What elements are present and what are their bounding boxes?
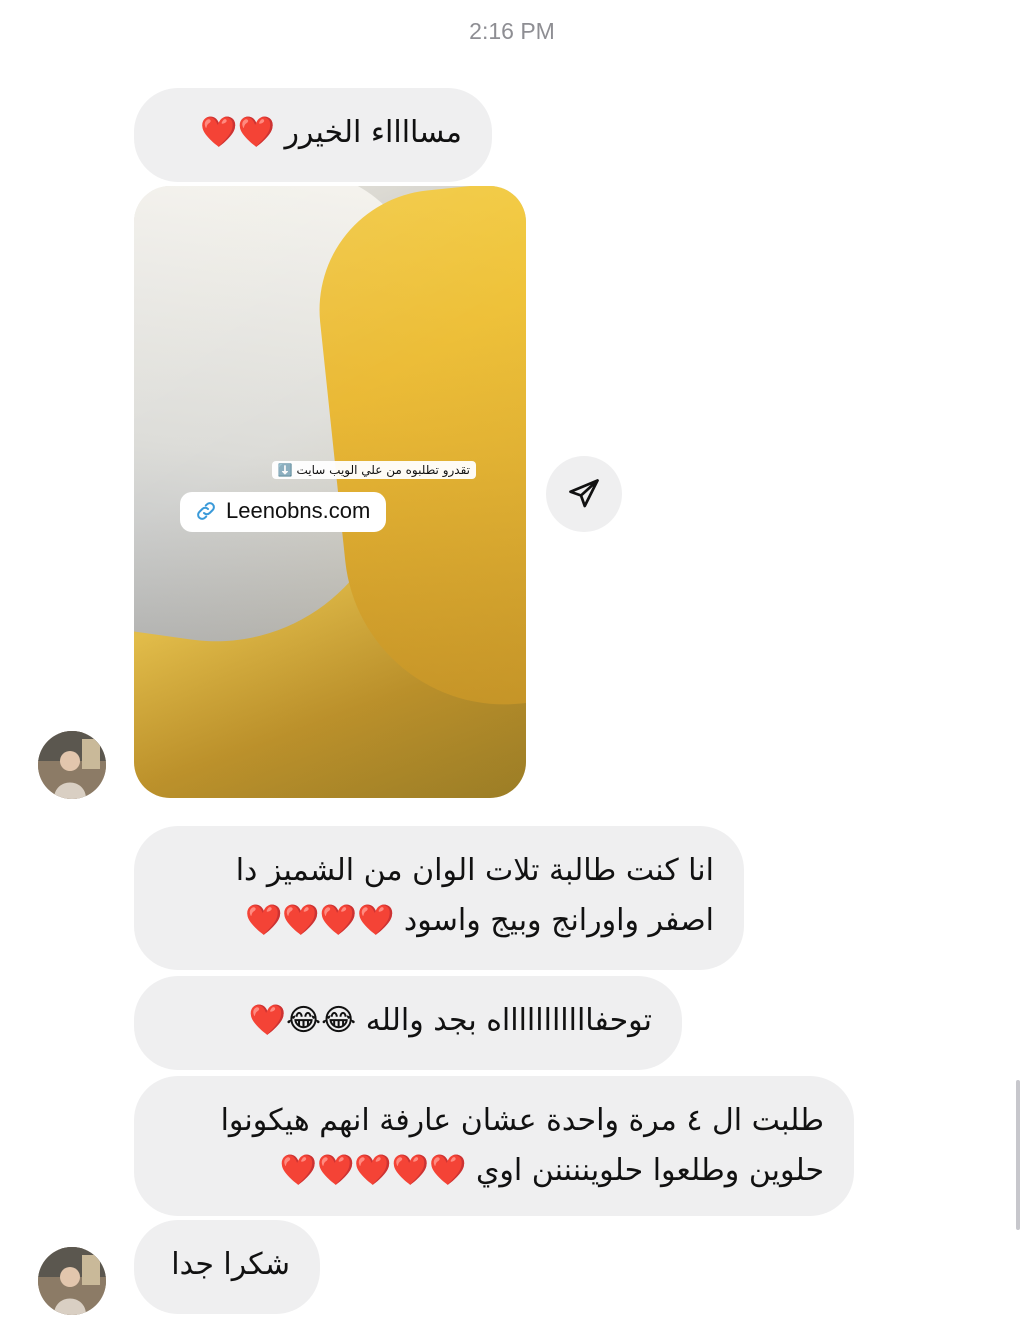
message-text: اصفر واورانج وبيج واسود ❤️❤️❤️❤️ [244, 903, 714, 938]
avatar-image [38, 731, 106, 799]
message-bubble[interactable]: شكرا جدا [134, 1220, 320, 1314]
message-bubble[interactable]: طلبت ال ٤ مرة واحدة عشان عارفة انهم هيكو… [134, 1076, 854, 1216]
message-text: انا كنت طالبة تلات الوان من الشميز دا [235, 853, 714, 888]
link-icon [197, 502, 215, 520]
message-text: توحفاااااااااااه بجد والله 😂😂❤️ [248, 1003, 652, 1038]
shared-post-media[interactable]: تقدرو تطلبوه من علي الويب سايت ⬇️ Leenob… [134, 186, 526, 798]
message-text: طلبت ال ٤ مرة واحدة عشان عارفة انهم هيكو… [220, 1103, 824, 1138]
avatar[interactable] [38, 731, 106, 799]
avatar-image [38, 1247, 106, 1315]
message-text: شكرا جدا [171, 1247, 290, 1282]
media-caption: تقدرو تطلبوه من علي الويب سايت ⬇️ [271, 461, 476, 479]
message-timestamp: 2:16 PM [469, 18, 555, 44]
message-bubble[interactable]: انا كنت طالبة تلات الوان من الشميز دا اص… [134, 826, 744, 970]
share-button[interactable] [546, 456, 622, 532]
message-text: مسااااء الخيرر ❤️❤️ [200, 115, 462, 150]
share-icon [569, 479, 599, 508]
message-text: حلوين وطلعوا حلويننننن اوي ❤️❤️❤️❤️❤️ [279, 1153, 824, 1188]
message-bubble[interactable]: توحفاااااااااااه بجد والله 😂😂❤️ [134, 976, 682, 1070]
avatar[interactable] [38, 1247, 106, 1315]
message-bubble[interactable]: مسااااء الخيرر ❤️❤️ [134, 88, 492, 182]
scrollbar[interactable] [1016, 1080, 1020, 1230]
link-text: Leenobns.com [226, 498, 371, 523]
link-sticker[interactable]: Leenobns.com [180, 492, 387, 532]
